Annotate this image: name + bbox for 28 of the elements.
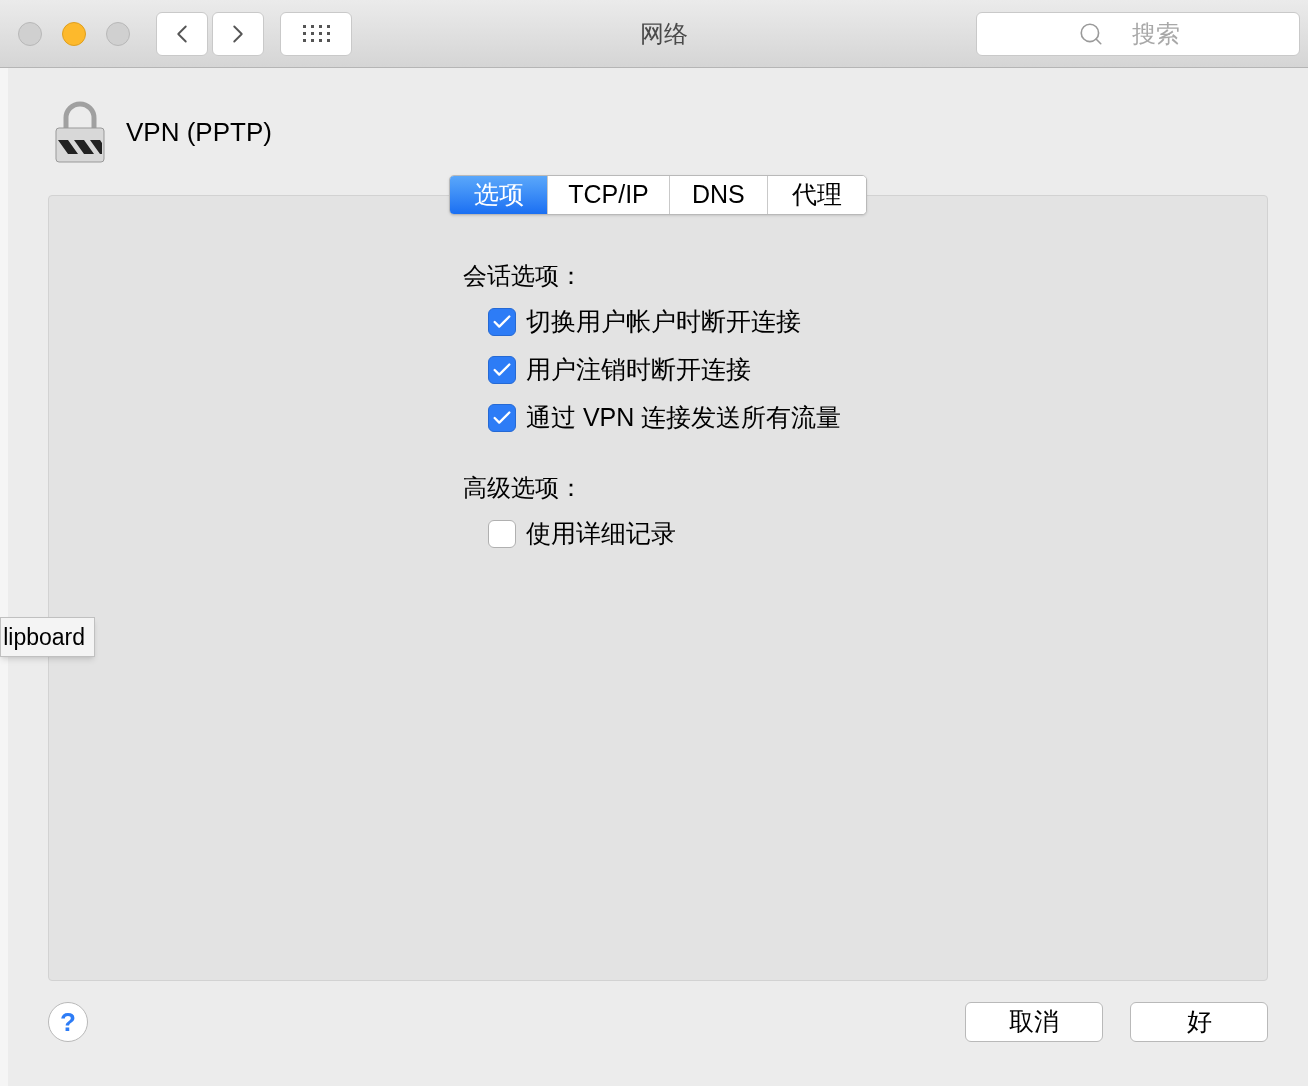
zoom-icon[interactable]: [106, 21, 130, 46]
checkbox[interactable]: [488, 520, 516, 548]
section-heading: 会话选项：: [463, 261, 584, 291]
forward-button[interactable]: [212, 11, 264, 56]
lock-icon: [54, 100, 106, 164]
service-name: VPN (PPTP): [126, 115, 272, 149]
tab[interactable]: DNS: [669, 176, 768, 214]
checkbox-label: 使用详细记录: [526, 518, 676, 550]
help-button[interactable]: ?: [48, 1002, 88, 1042]
close-icon[interactable]: [18, 21, 42, 46]
tab[interactable]: TCP/IP: [548, 176, 670, 214]
search-field[interactable]: 搜索: [976, 11, 1300, 56]
checkbox[interactable]: [488, 356, 516, 384]
checkbox[interactable]: [488, 404, 516, 432]
grid-icon: [301, 23, 331, 44]
minimize-icon[interactable]: [62, 21, 86, 46]
dialog-button[interactable]: 好: [1130, 1002, 1268, 1042]
checkbox[interactable]: [488, 308, 516, 336]
show-all-button[interactable]: [280, 11, 352, 56]
dialog-button[interactable]: 取消: [965, 1002, 1103, 1042]
checkbox-label: 切换用户帐户时断开连接: [526, 306, 801, 338]
checkbox-label: 用户注销时断开连接: [526, 354, 751, 386]
tooltip: lipboard: [0, 617, 95, 657]
checkbox-label: 通过 VPN 连接发送所有流量: [526, 402, 842, 434]
section-heading: 高级选项：: [463, 473, 584, 503]
window-title: 网络: [640, 18, 688, 49]
back-button[interactable]: [156, 11, 208, 56]
tab[interactable]: 代理: [767, 176, 866, 214]
